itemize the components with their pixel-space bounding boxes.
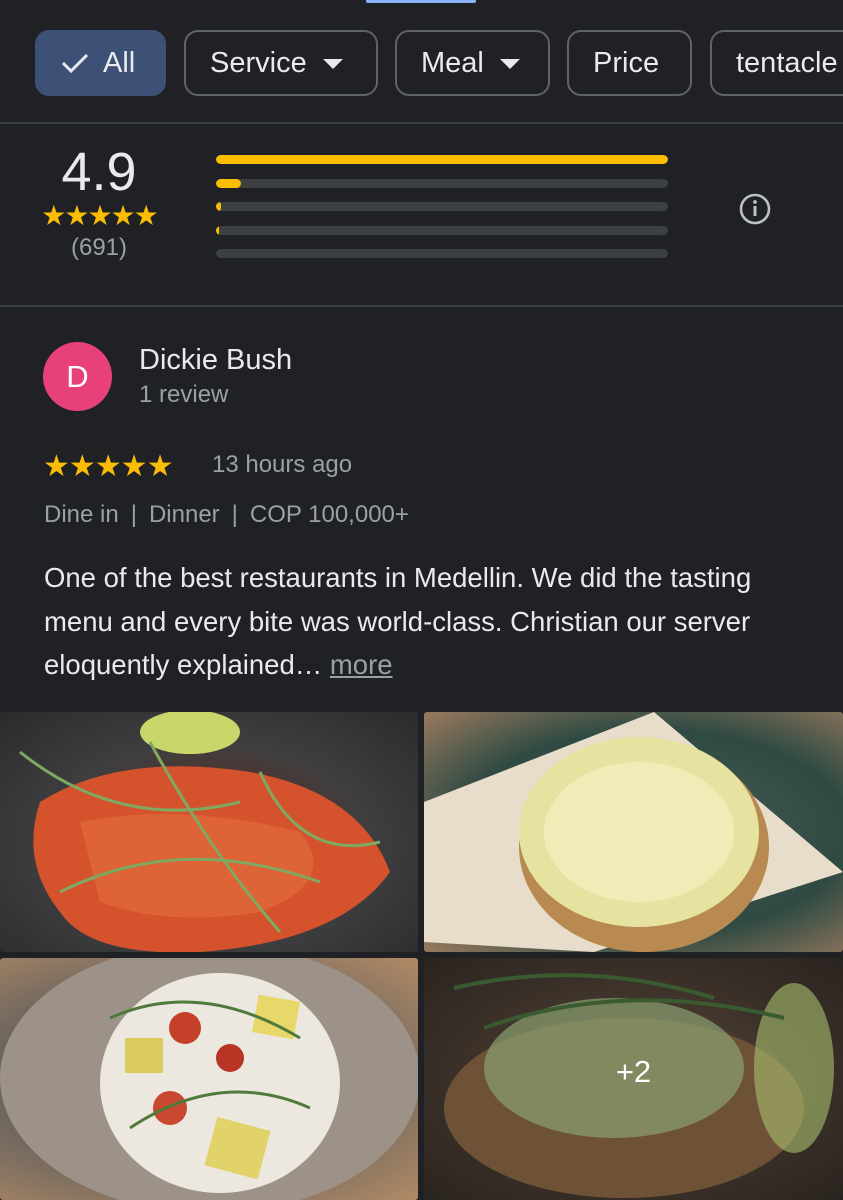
review-photo[interactable] (0, 712, 418, 952)
review-count: (691) (70, 234, 128, 261)
chip-tentacle-label: tentacle (736, 46, 838, 79)
chip-tentacle[interactable]: tentacle (710, 30, 843, 96)
rating-bar-1 (216, 249, 668, 258)
chip-meal[interactable]: Meal (395, 30, 550, 96)
review-body: One of the best restaurants in Medellin.… (44, 562, 752, 680)
divider (0, 122, 843, 124)
caret-down-icon (499, 59, 520, 69)
rating-bar-3 (216, 202, 668, 211)
avatar[interactable]: D (43, 342, 112, 411)
filter-chip-bar: All Service Meal Price tentacle (35, 30, 843, 100)
caret-down-icon (322, 59, 343, 69)
average-stars: ★★★★★ (41, 200, 159, 231)
reviewer-review-count: 1 review (139, 381, 229, 408)
chip-price[interactable]: Price (567, 30, 692, 96)
tag-price: COP 100,000+ (249, 501, 409, 528)
chip-all-label: All (103, 46, 136, 79)
photo-bowl-dish (0, 958, 418, 1200)
chip-all[interactable]: All (35, 30, 166, 96)
rating-average-block: 4.9 ★★★★★ (691) (35, 142, 163, 262)
chip-meal-label: Meal (421, 46, 484, 79)
divider (0, 305, 843, 307)
rating-distribution (216, 155, 668, 273)
photo-salmon-dish (19, 712, 390, 952)
average-rating: 4.9 (61, 142, 137, 202)
rating-bar-2 (216, 225, 668, 235)
review-tags: Dine in | Dinner | COP 100,000+ (44, 501, 409, 528)
reviewer-name[interactable]: Dickie Bush (139, 344, 292, 377)
rating-bar-fill (216, 202, 221, 211)
rating-bar-fill (216, 155, 668, 164)
more-link[interactable]: more (330, 649, 393, 680)
more-photos-count: +2 (615, 1054, 652, 1089)
chip-service-label: Service (210, 46, 307, 79)
review-photo[interactable]: +2 (424, 958, 843, 1200)
check-icon (61, 53, 89, 74)
chip-service[interactable]: Service (184, 30, 378, 96)
chip-price-label: Price (593, 46, 660, 79)
rating-bar-4 (216, 178, 668, 188)
review-photo[interactable] (424, 712, 843, 952)
review-time: 13 hours ago (212, 451, 353, 478)
tag-meal: Dinner (148, 501, 220, 528)
review-text: One of the best restaurants in Medellin.… (44, 556, 814, 687)
tag-service: Dine in (44, 501, 119, 528)
review-stars: ★★★★★ (43, 450, 173, 483)
rating-bar-fill (216, 225, 219, 235)
photo-tostada-dish (424, 712, 843, 952)
info-icon[interactable] (739, 193, 771, 225)
rating-bar-5 (216, 155, 668, 164)
review-photo[interactable] (0, 958, 418, 1200)
rating-bar-fill (216, 178, 241, 188)
tab-indicator (366, 0, 476, 3)
